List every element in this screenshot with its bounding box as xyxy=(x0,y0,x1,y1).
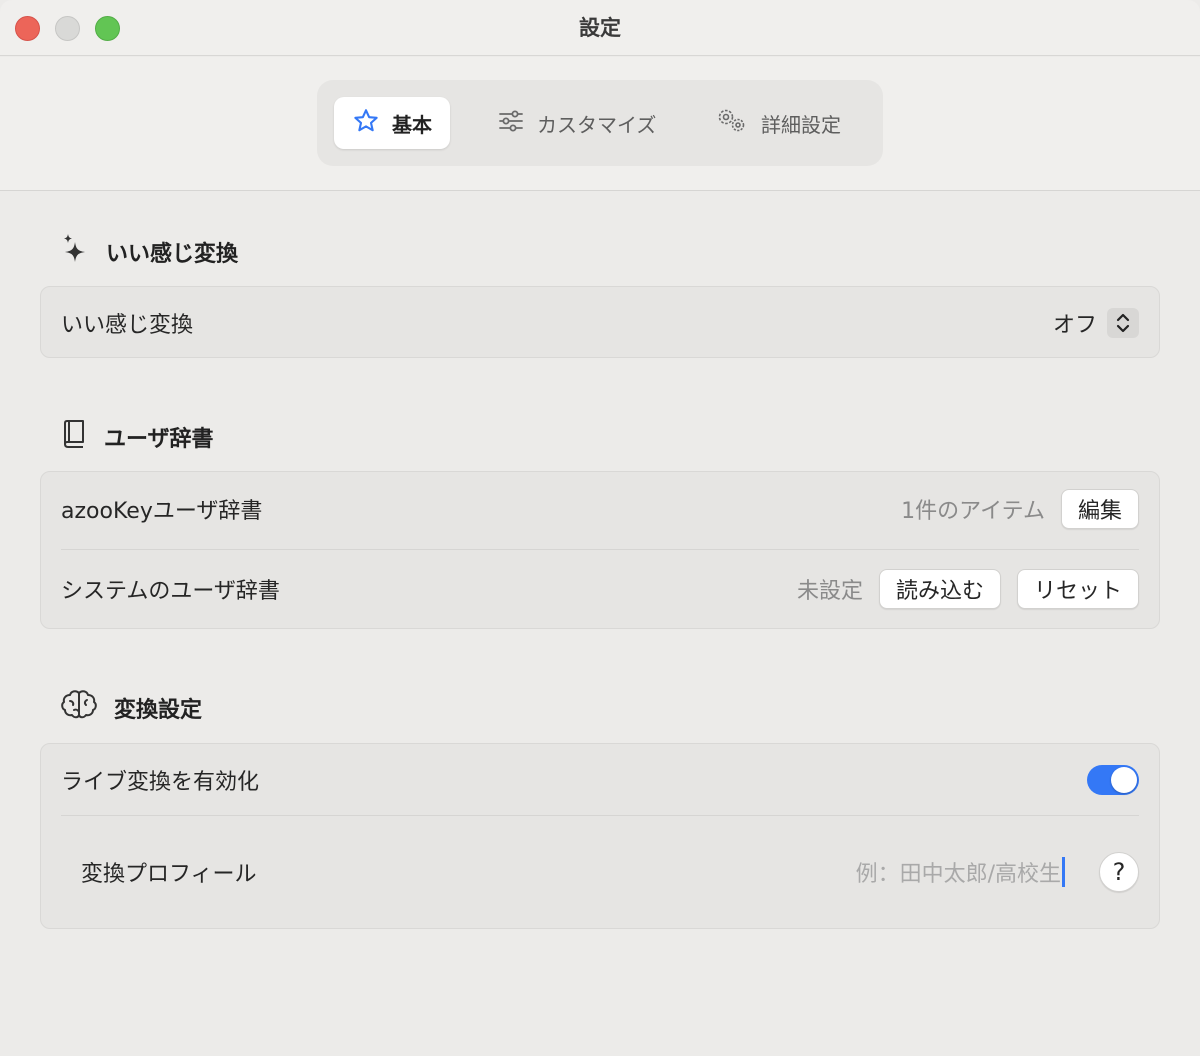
row-divider xyxy=(61,815,1139,816)
conversion-profile-label: 変換プロフィール xyxy=(81,862,257,887)
azookey-item-count: 1件のアイテム xyxy=(901,499,1045,524)
system-dictionary-controls: 未設定 読み込む リセット xyxy=(797,569,1139,609)
text-caret xyxy=(1062,857,1065,887)
live-conversion-toggle[interactable] xyxy=(1087,765,1139,795)
window-title: 設定 xyxy=(579,16,621,40)
star-icon xyxy=(352,107,380,140)
book-icon xyxy=(60,418,88,456)
section-title-conversion-settings: 変換設定 xyxy=(114,698,203,723)
up-down-chevron-icon xyxy=(1107,308,1139,338)
tab-customize[interactable]: カスタマイズ xyxy=(479,97,674,149)
section-header-user-dictionary: ユーザ辞書 xyxy=(60,418,214,456)
conversion-profile-input[interactable]: 例：田中太郎/高校生 xyxy=(856,856,1065,888)
conversion-profile-placeholder: 例：田中太郎/高校生 xyxy=(855,862,1061,887)
tab-basic-label: 基本 xyxy=(392,112,432,137)
tab-customize-label: カスタマイズ xyxy=(537,112,657,137)
gears-icon xyxy=(715,107,749,140)
row-divider xyxy=(61,549,1139,550)
tab-bar: 基本 カスタマイズ 詳細設定 xyxy=(317,80,883,166)
azookey-dictionary-label: azooKeyユーザ辞書 xyxy=(61,499,263,524)
live-conversion-row: ライブ変換を有効化 xyxy=(61,760,1139,800)
help-button[interactable]: ? xyxy=(1099,852,1139,892)
conversion-profile-row: 変換プロフィール 例：田中太郎/高校生 ? xyxy=(81,850,1139,894)
reset-dictionary-button[interactable]: リセット xyxy=(1016,569,1139,609)
live-conversion-controls xyxy=(1087,765,1139,795)
tab-advanced[interactable]: 詳細設定 xyxy=(697,97,859,149)
sparkles-icon xyxy=(60,232,90,272)
smart-conversion-card: いい感じ変換 オフ xyxy=(40,286,1160,358)
settings-window: 設定 基本 カスタマイズ 詳細設定 いい感じ変換 いい感じ変換 オフ ユーザ辞書… xyxy=(0,0,1200,1056)
section-header-conversion-settings: 変換設定 xyxy=(60,688,202,728)
system-dictionary-label: システムのユーザ辞書 xyxy=(61,579,280,604)
edit-dictionary-button[interactable]: 編集 xyxy=(1060,489,1139,529)
sliders-icon xyxy=(497,108,525,139)
live-conversion-label: ライブ変換を有効化 xyxy=(61,770,260,795)
user-dictionary-card: azooKeyユーザ辞書 1件のアイテム 編集 システムのユーザ辞書 未設定 読… xyxy=(40,471,1160,629)
system-dictionary-status: 未設定 xyxy=(796,579,863,604)
brain-icon xyxy=(60,688,98,728)
toggle-knob xyxy=(1111,767,1137,793)
conversion-profile-controls: 例：田中太郎/高校生 ? xyxy=(856,852,1139,892)
conversion-settings-card: ライブ変換を有効化 変換プロフィール 例：田中太郎/高校生 ? xyxy=(40,743,1160,929)
section-title-smart-conversion: いい感じ変換 xyxy=(106,242,239,267)
azookey-dictionary-controls: 1件のアイテム 編集 xyxy=(901,489,1139,529)
system-dictionary-row: システムのユーザ辞書 未設定 読み込む リセット xyxy=(61,568,1139,610)
tab-advanced-label: 詳細設定 xyxy=(761,112,841,137)
tab-basic[interactable]: 基本 xyxy=(334,97,450,149)
section-header-smart-conversion: いい感じ変換 xyxy=(60,232,238,272)
smart-conversion-select[interactable]: オフ xyxy=(1053,307,1139,339)
smart-conversion-value: オフ xyxy=(1052,313,1097,338)
section-title-user-dictionary: ユーザ辞書 xyxy=(104,427,214,452)
smart-conversion-row: いい感じ変換 オフ xyxy=(61,303,1139,343)
title-bar: 設定 xyxy=(0,0,1200,56)
azookey-dictionary-row: azooKeyユーザ辞書 1件のアイテム 編集 xyxy=(61,488,1139,530)
load-dictionary-button[interactable]: 読み込む xyxy=(878,569,1001,609)
toolbar: 基本 カスタマイズ 詳細設定 xyxy=(0,57,1200,191)
smart-conversion-label: いい感じ変換 xyxy=(61,313,194,338)
